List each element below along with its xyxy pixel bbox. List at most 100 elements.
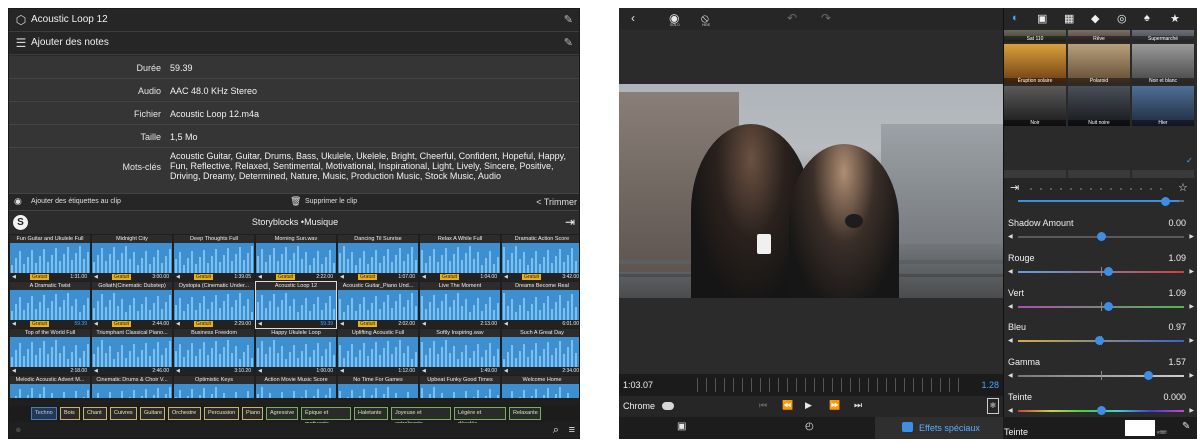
speaker-icon[interactable]: ◀ (94, 274, 98, 280)
speaker-icon[interactable]: ◀ (176, 321, 180, 327)
trim-button[interactable]: < Trimmer (536, 197, 577, 207)
edit-notes-icon[interactable]: ✎ (564, 36, 573, 49)
star-icon[interactable]: ★ (1170, 12, 1180, 25)
increment-arrow-icon[interactable]: ▶ (1189, 233, 1194, 240)
track-tile[interactable]: Uplifting Acoustic Full ◀ 1:12.00 (338, 329, 418, 375)
track-tile[interactable]: Business Freedom ◀ 3:10.20 (174, 329, 254, 375)
add-tag-icon[interactable]: ◉ (14, 196, 22, 207)
drop-icon[interactable]: ◆ (1091, 12, 1099, 25)
filter-thumbnail[interactable]: Noir et blanc (1132, 44, 1194, 84)
speaker-icon[interactable]: ◀ (258, 368, 262, 374)
speaker-icon[interactable]: ◀ (504, 368, 508, 374)
filter-thumbnail-partial[interactable] (1132, 170, 1194, 178)
delete-clip-button[interactable]: Supprimer le clip (305, 198, 357, 205)
skip-start-icon[interactable]: ⏮ (759, 400, 767, 411)
speaker-icon[interactable]: ◀ (422, 274, 426, 280)
decrement-arrow-icon[interactable]: ◀ (1008, 337, 1013, 344)
track-tile[interactable]: Relax A While Full ◀ Gratuit 1:04.00 (420, 235, 500, 281)
palette-icon[interactable]: ◐ (1012, 12, 1019, 24)
track-tile[interactable]: Morning Sun.wav ◀ Gratuit 2:22.00 (256, 235, 336, 281)
slider-knob[interactable] (1144, 371, 1154, 380)
genre-chip[interactable]: Guitare (140, 407, 165, 420)
genre-chip[interactable]: Techno (31, 407, 57, 420)
track-tile[interactable]: Such A Great Day ◀ 2:34.00 (502, 329, 579, 375)
speaker-icon[interactable]: ◀ (504, 274, 508, 280)
timeline-bar[interactable]: 1:03.07 1.28 (619, 374, 1003, 396)
slider-knob[interactable] (1097, 406, 1106, 415)
track-tile[interactable]: Dramatic Action Score ◀ Gratuit 3:42.00 (502, 235, 579, 281)
adjustment-slider[interactable]: Gamma 1.57 ◀ ▶ (1004, 357, 1197, 391)
speaker-icon[interactable]: ◀ (422, 321, 426, 327)
filter-thumbnail[interactable]: Polaroid (1068, 44, 1130, 84)
track-tile[interactable]: Midnight City ◀ Gratuit 3:00.00 (92, 235, 172, 281)
speaker-icon[interactable]: ◀ (12, 274, 16, 280)
speaker-icon[interactable]: ◀ (12, 368, 16, 374)
adjustment-slider[interactable]: Shadow Amount 0.00 ◀ ▶ (1004, 218, 1197, 252)
slider-knob[interactable] (1161, 197, 1170, 206)
target-icon[interactable]: ◎ (1117, 12, 1127, 25)
timeline-ticks[interactable] (697, 378, 967, 392)
notes-row[interactable]: ☰ Ajouter des notes ✎ (9, 32, 579, 55)
filter-thumbnail[interactable]: Hier (1132, 86, 1194, 126)
skip-end-icon[interactable]: ⏭ (854, 400, 862, 411)
genre-chip[interactable]: Cuivres (110, 407, 137, 420)
redo-icon[interactable]: ↷ (821, 11, 831, 25)
decrement-arrow-icon[interactable]: ◀ (1008, 233, 1013, 240)
cube-icon[interactable]: ▣ (1037, 12, 1047, 25)
speaker-icon[interactable]: ◀ (340, 321, 344, 327)
slider-track[interactable] (1018, 200, 1184, 202)
import-icon[interactable]: ⇥ (565, 215, 575, 229)
speaker-icon[interactable]: ◀ (340, 274, 344, 280)
increment-arrow-icon[interactable]: ▶ (1189, 372, 1194, 379)
speaker-icon[interactable]: ◀ (422, 368, 426, 374)
filter-intensity-slider[interactable] (1004, 192, 1197, 206)
speaker-icon[interactable]: ◀ (340, 368, 344, 374)
filter-thumbnail-partial[interactable] (1068, 170, 1130, 178)
undo-icon[interactable]: ↶ (787, 11, 797, 25)
speaker-icon[interactable]: ◀ (504, 321, 508, 327)
track-tile[interactable]: Dreams Become Real ◀ 6:01.00 (502, 282, 579, 328)
edit-title-icon[interactable]: ✎ (564, 13, 573, 26)
clip-title-row[interactable]: ⬡ Acoustic Loop 12 ✎ (9, 9, 579, 32)
speaker-icon[interactable]: ◀ (12, 321, 16, 327)
step-back-icon[interactable]: ⏪ (782, 400, 793, 411)
genre-chip[interactable]: Joyeuse et entraînante (391, 407, 451, 427)
back-chevron-icon[interactable]: ‹ (631, 11, 635, 25)
genre-chip[interactable]: Piano (242, 407, 263, 420)
frame-icon[interactable]: ▣ (677, 421, 686, 432)
increment-arrow-icon[interactable]: ▶ (1189, 337, 1194, 344)
sort-icon[interactable]: ≡ (569, 424, 575, 436)
genre-chip[interactable]: Relaxante (509, 407, 541, 420)
genre-chip[interactable]: Percussion (204, 407, 239, 420)
search-icon[interactable]: ⌕ (553, 424, 559, 437)
genre-chip[interactable]: Haletante (354, 407, 388, 420)
add-tags-button[interactable]: Ajouter des étiquettes au clip (31, 198, 121, 205)
snowflake-icon[interactable]: ❄ (987, 398, 999, 414)
speaker-icon[interactable]: ◀ (94, 321, 98, 327)
filter-thumbnail[interactable]: Sat 110 (1004, 30, 1066, 42)
speaker-icon[interactable]: ◀ (94, 368, 98, 374)
adjustment-slider[interactable]: Bleu 0.97 ◀ ▶ (1004, 322, 1197, 356)
track-tile[interactable]: Optimistic Keys (174, 376, 254, 398)
track-tile[interactable]: Top of the World Full ◀ 2:18.00 (10, 329, 90, 375)
increment-arrow-icon[interactable]: ▶ (1189, 268, 1194, 275)
filter-thumbnail-partial[interactable] (1004, 170, 1066, 178)
track-tile[interactable]: No Time For Games (338, 376, 418, 398)
track-tile[interactable]: Acoustic Loop 12 ◀ 59.39 (255, 281, 337, 329)
genre-chip[interactable]: Orchestre (168, 407, 201, 420)
filter-thumbnail[interactable]: Nuit noire (1068, 86, 1130, 126)
eyedropper-icon[interactable]: ✎ (1182, 421, 1190, 432)
decrement-arrow-icon[interactable]: ◀ (1008, 268, 1013, 275)
track-tile[interactable]: A Dramatic Twist ◀ Gratuit 59.39 (10, 282, 90, 328)
effects-tab-label[interactable]: Effets spéciaux (919, 423, 980, 433)
speaker-icon[interactable]: ◀ (176, 368, 180, 374)
adjustment-slider[interactable]: Rouge 1.09 ◀ ▶ (1004, 253, 1197, 287)
track-tile[interactable]: Welcome Home (502, 376, 579, 398)
slider-knob[interactable] (1097, 232, 1106, 241)
track-tile[interactable]: Acoustic Guitar_Piano Und... ◀ Gratuit 2:02… (338, 282, 418, 328)
genre-chip[interactable]: Agressive (266, 407, 298, 420)
filter-thumbnail[interactable]: Supermarché (1132, 30, 1194, 42)
decrement-arrow-icon[interactable]: ◀ (1008, 303, 1013, 310)
filter-thumbnail[interactable]: Noir (1004, 86, 1066, 126)
chrome-toggle[interactable] (662, 402, 674, 410)
